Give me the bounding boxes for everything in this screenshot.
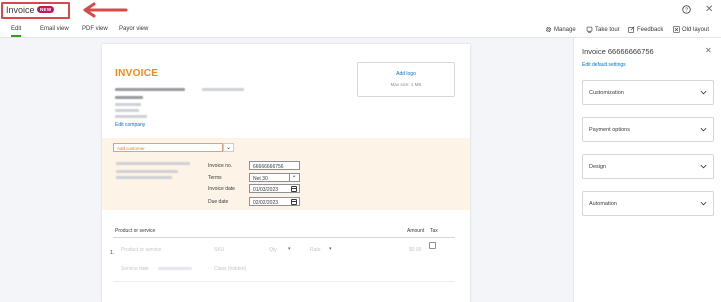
tab-email-view[interactable]: Email view <box>40 26 69 32</box>
service-date-redacted <box>158 267 192 270</box>
terms-select[interactable]: Net 30 ⌄ <box>249 173 300 182</box>
view-tabs-bar: Edit Email view PDF view Payor view Mana… <box>0 22 721 38</box>
invoice-date-label: Invoice date <box>208 186 235 192</box>
customer-address-redacted <box>116 170 178 173</box>
title-bar: Invoice NEW ? ✕ <box>0 0 721 22</box>
tab-payor-view[interactable]: Payor view <box>119 26 148 32</box>
panel-title: Invoice 66666666756 <box>582 47 654 56</box>
old-layout-button[interactable]: Old layout <box>673 26 709 33</box>
company-address-redacted <box>115 103 141 106</box>
product-service-input[interactable]: Product or service <box>121 247 161 253</box>
annotation-arrow-icon <box>83 2 128 18</box>
line-number: 1. <box>110 250 115 256</box>
feedback-label: Feedback <box>637 26 664 33</box>
customer-address-redacted <box>116 176 172 179</box>
manage-button[interactable]: Manage <box>545 26 576 33</box>
due-date-label: Due date <box>208 199 229 205</box>
chevron-down-icon[interactable]: ⌄ <box>223 143 234 152</box>
accordion-automation[interactable]: Automation <box>582 191 714 216</box>
class-hidden-label: Class (hidden) <box>214 266 247 272</box>
tax-column-header: Tax <box>430 228 438 234</box>
customer-select[interactable]: Add customer ⌄ <box>113 143 234 152</box>
old-layout-label: Old layout <box>682 26 710 33</box>
old-layout-icon <box>673 26 680 33</box>
rate-dropdown-icon[interactable]: ▾ <box>329 246 332 252</box>
tax-checkbox[interactable] <box>429 242 436 249</box>
customer-placeholder: Add customer <box>117 145 145 151</box>
divider <box>113 281 455 282</box>
help-icon[interactable]: ? <box>682 5 691 14</box>
new-badge: NEW <box>37 6 55 13</box>
svg-text:?: ? <box>685 8 688 14</box>
invoice-no-input[interactable]: 66666666756 <box>249 161 300 170</box>
close-icon[interactable]: ✕ <box>705 4 713 15</box>
company-email-redacted <box>202 88 244 91</box>
accordion-label: Customization <box>589 90 624 96</box>
accordion-label: Payment options <box>589 127 630 133</box>
feedback-button[interactable]: Feedback <box>628 26 663 33</box>
tab-edit[interactable]: Edit <box>11 26 22 37</box>
tab-pdf-view[interactable]: PDF view <box>82 26 108 32</box>
customer-section: Add customer ⌄ Invoice no. 66666666756 T… <box>102 138 470 210</box>
chevron-down-icon <box>700 127 707 132</box>
take-tour-button[interactable]: Take tour <box>586 26 620 33</box>
edit-company-link[interactable]: Edit company <box>115 122 145 128</box>
calendar-icon[interactable] <box>291 199 297 205</box>
chevron-down-icon <box>700 164 707 169</box>
accordion-design[interactable]: Design <box>582 154 714 179</box>
company-line-redacted <box>115 96 143 99</box>
accordion-label: Automation <box>589 201 617 207</box>
qty-dropdown-icon[interactable]: ▾ <box>288 246 291 252</box>
company-address-redacted <box>115 115 147 118</box>
sku-input[interactable]: SKU <box>214 247 224 253</box>
invoice-date-value: 01/03/2023 <box>253 186 279 193</box>
qty-input[interactable]: Qty <box>269 247 277 253</box>
gear-icon <box>545 26 552 33</box>
chevron-down-icon <box>700 201 707 206</box>
service-date-input[interactable]: Service date <box>121 266 149 272</box>
accordion-customization[interactable]: Customization <box>582 80 714 105</box>
amount-column-header: Amount <box>407 228 425 234</box>
due-date-input[interactable]: 02/02/2023 <box>249 197 300 206</box>
company-name-redacted <box>115 88 185 91</box>
customer-address-redacted <box>116 162 190 165</box>
invoice-form: INVOICE Edit company Add logo Max size: … <box>102 44 470 302</box>
line-amount: $0.00 <box>409 247 422 253</box>
manage-label: Manage <box>554 26 576 33</box>
add-logo-area[interactable]: Add logo Max size: 1 MB <box>357 62 455 97</box>
take-tour-label: Take tour <box>595 26 620 33</box>
settings-panel: Invoice 66666666756 ✕ Edit default setti… <box>573 38 721 302</box>
accordion-payment-options[interactable]: Payment options <box>582 117 714 142</box>
product-column-header: Product or service <box>115 228 156 234</box>
panel-close-icon[interactable]: ✕ <box>705 46 712 55</box>
due-date-value: 02/02/2023 <box>253 199 279 206</box>
divider <box>113 237 455 238</box>
terms-label: Terms <box>208 175 222 181</box>
invoice-heading: INVOICE <box>115 68 159 79</box>
page-title: Invoice <box>6 5 35 15</box>
add-logo-link[interactable]: Add logo <box>358 71 454 77</box>
company-address-redacted <box>115 109 139 112</box>
invoice-no-value: 66666666756 <box>253 163 284 170</box>
chevron-down-icon[interactable]: ⌄ <box>289 173 298 181</box>
invoice-date-input[interactable]: 01/03/2023 <box>249 184 300 193</box>
calendar-icon[interactable] <box>291 186 297 192</box>
invoice-no-label: Invoice no. <box>208 163 233 169</box>
accordion-label: Design <box>589 164 607 170</box>
terms-value: Net 30 <box>253 175 268 182</box>
rate-input[interactable]: Rate <box>310 247 321 253</box>
logo-max-size: Max size: 1 MB <box>390 82 422 87</box>
tour-icon <box>586 26 593 33</box>
edit-default-settings-link[interactable]: Edit default settings <box>582 62 626 68</box>
chevron-down-icon <box>700 90 707 95</box>
feedback-icon <box>628 26 635 33</box>
